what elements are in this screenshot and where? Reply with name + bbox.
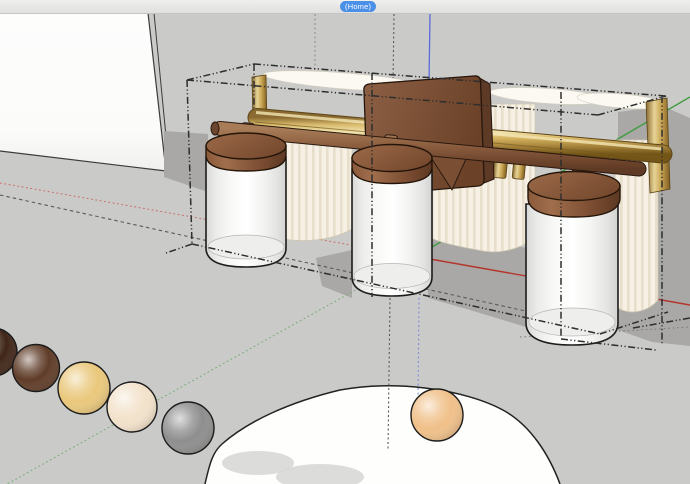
lamp-3 [525, 170, 621, 346]
table-gold-sphere[interactable] [410, 388, 464, 442]
top-toolbar: (Home) [0, 0, 690, 14]
lamp-1 [205, 132, 287, 268]
lamp-2 [351, 143, 433, 297]
home-tab[interactable]: (Home) [340, 1, 377, 12]
modeling-viewport[interactable] [0, 0, 690, 484]
wall-panel[interactable] [0, 12, 170, 172]
gray-sphere[interactable] [161, 401, 215, 455]
gold-sphere[interactable] [57, 361, 111, 415]
app-window: (Home) [0, 0, 690, 484]
cream-sphere[interactable] [106, 381, 158, 433]
brown-sphere[interactable] [11, 343, 61, 393]
